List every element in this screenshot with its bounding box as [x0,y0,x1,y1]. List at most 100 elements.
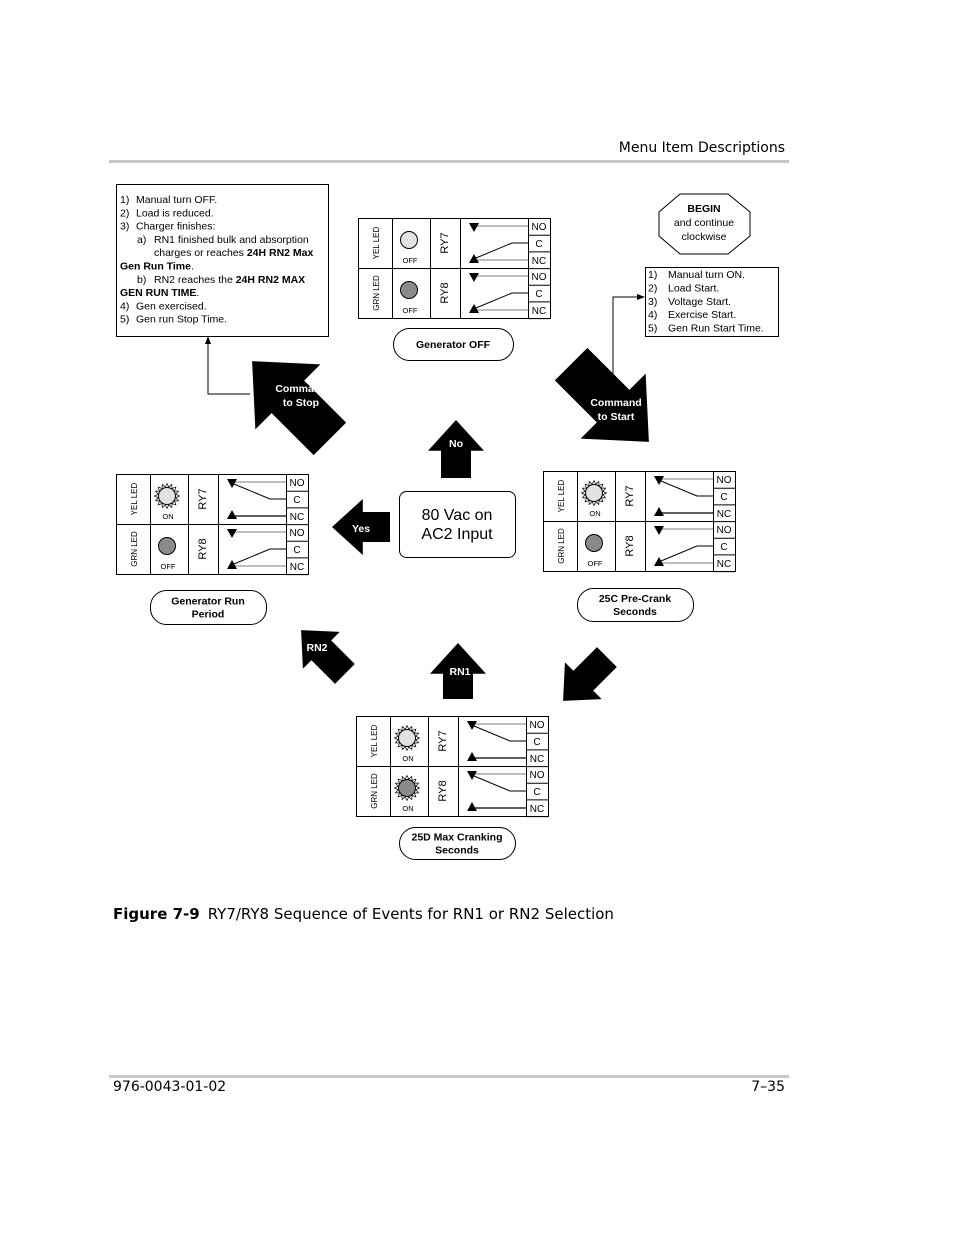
terminal-label: NO [532,272,547,283]
item-prefix: 1) [648,269,657,281]
stop-condition-item: 5) Gen run Stop Time. [120,314,227,326]
rn1-arrow: RN1 [430,643,486,699]
terminal-label: C [720,492,727,503]
ry8-label: RY8 [197,538,209,559]
item-text: Manual turn ON. [668,269,745,281]
state-label: Generator OFF [416,339,491,351]
item-text: RN1 finished bulk and absorption [154,234,309,246]
grn-led-label: GRN LED [557,528,566,564]
sequence-diagram: 1) Manual turn OFF. 2) Load is reduced. 3) Ch… [116,184,779,860]
stop-condition-item: GEN RUN TIME. [120,287,199,299]
ry7-label: RY7 [197,488,209,509]
terminal-label: NC [530,804,544,815]
item-suffix: . [191,261,194,273]
led-state: OFF [403,256,418,265]
yel-led-label: YEL LED [557,479,566,512]
decision-label: AC2 Input [421,526,493,543]
item-bold: GEN RUN TIME [120,287,196,299]
item-bold: Gen Run Time [120,261,191,273]
item-suffix: . [196,287,199,299]
led-icon [398,729,416,747]
rn2-arrow-shape [301,630,355,684]
item-prefix: 1) [120,194,129,206]
footer-rule [109,1075,789,1078]
no-arrow: No [428,420,484,478]
page-number: 7–35 [751,1079,785,1095]
item-text: Load is reduced. [136,207,214,219]
decision-label: 80 Vac on [422,507,493,524]
item-prefix: 4) [648,309,657,321]
relay-panel-generator-run-period: YEL LED ON RY7 NO C NC GRN LED OFF RY8 NO C NC Gener… [116,474,309,625]
begin-label: BEGIN [687,203,720,215]
no-arrow-label: No [449,438,463,450]
relay-panel-generator-off: YEL LED OFF RY7 NO C NC GRN LED OFF RY8 NO C NC Gene… [358,218,551,361]
led-icon [585,484,603,502]
terminal-label: NO [717,475,732,486]
command-start-arrow-label: to Start [598,411,635,423]
state-label: 25D Max Cranking [411,832,502,844]
item-text: Manual turn OFF. [136,194,217,206]
command-stop-arrow-label: to Stop [283,397,319,409]
rn2-arrow-label: RN2 [306,642,327,654]
yel-led-label: YEL LED [130,482,139,515]
state-label: Generator Run [171,596,245,608]
grn-led-label: GRN LED [130,531,139,567]
led-state: OFF [403,306,418,315]
down-left-arrow-shape [563,647,617,701]
terminal-label: NC [290,562,304,573]
led-icon [398,779,416,797]
item-text: Gen run Stop Time. [136,314,227,326]
terminal-label: NO [290,528,305,539]
ry8-label: RY8 [624,535,636,556]
terminal-label: C [535,239,542,250]
led-state: ON [402,804,413,813]
terminal-label: NO [717,525,732,536]
arrowhead-icon [637,294,645,300]
doc-number: 976-0043-01-02 [113,1079,227,1095]
item-prefix: 3) [120,221,129,233]
terminal-label: NC [532,306,546,317]
down-left-arrow [563,647,617,701]
led-icon [400,231,418,249]
item-prefix: 4) [120,300,129,312]
item-prefix: 2) [648,282,657,294]
terminal-label: C [720,542,727,553]
terminal-label: C [533,787,540,798]
led-icon [400,281,418,299]
item-prefix: 2) [120,207,129,219]
begin-label: and continue [674,217,734,229]
stop-condition-item: Gen Run Time. [120,261,194,273]
item-prefix: b) [137,274,146,286]
yel-led-label: YEL LED [372,226,381,259]
arrowhead-icon [205,336,211,344]
rn1-arrow-label: RN1 [449,666,470,678]
yes-arrow: Yes [332,499,390,555]
ry8-label: RY8 [439,282,451,303]
item-prefix: 5) [648,323,657,335]
relay-panel-max-cranking: YEL LED ON RY7 NO C NC GRN LED ON RY8 NO C NC 25D Ma… [356,716,549,860]
stop-condition-item: a) RN1 finished bulk and absorption [137,234,309,246]
item-bold: 24H RN2 Max [247,247,314,259]
led-state: ON [162,512,173,521]
terminal-label: NC [530,754,544,765]
terminal-label: NC [717,559,731,570]
terminal-label: NC [532,256,546,267]
led-icon [158,537,176,555]
item-text: Voltage Start. [668,296,731,308]
terminal-label: NC [290,512,304,523]
stop-condition-item: charges or reaches 24H RN2 Max [154,247,314,259]
terminal-label: C [533,737,540,748]
rn2-arrow: RN2 [301,630,355,684]
state-label: Seconds [435,845,479,857]
begin-label: clockwise [682,231,727,243]
figure-number: Figure 7-9 [113,905,200,923]
ry7-label: RY7 [624,485,636,506]
led-state: OFF [588,559,603,568]
item-text: Gen exercised. [136,300,207,312]
item-text: RN2 reaches the [154,274,236,286]
state-label: Seconds [613,606,657,618]
led-state: OFF [161,562,176,571]
item-text: Gen Run Start Time. [668,323,764,335]
led-icon [585,534,603,552]
terminal-label: NO [530,770,545,781]
